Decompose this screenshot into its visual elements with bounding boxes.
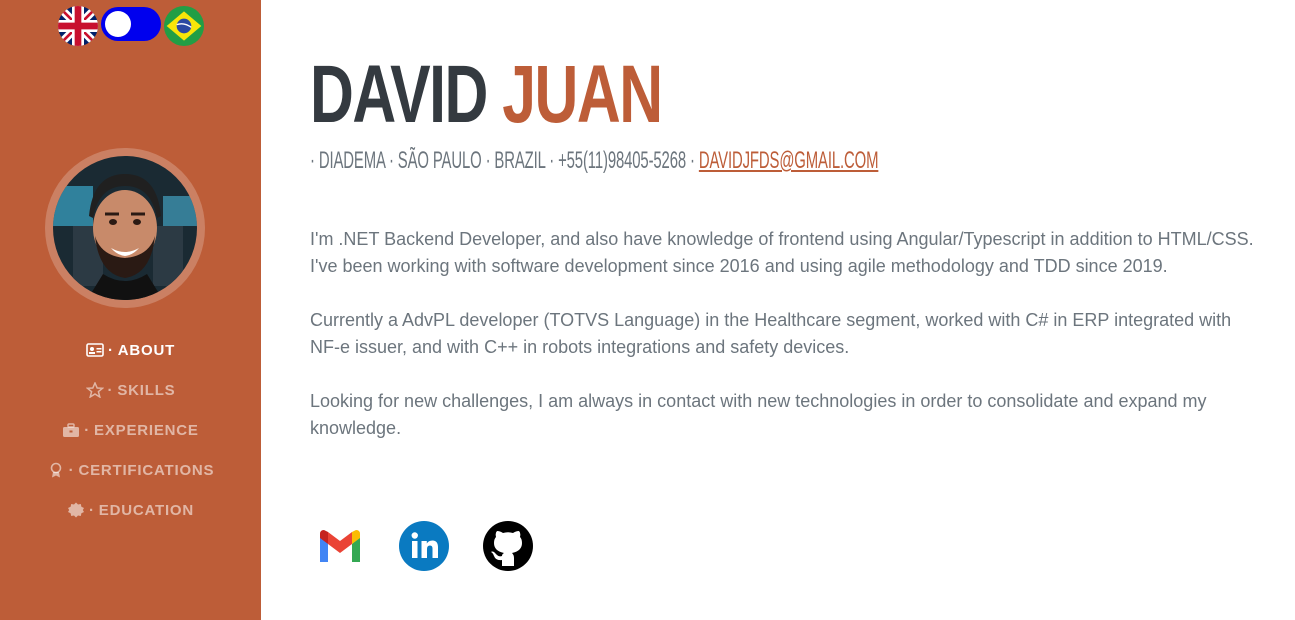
email-link[interactable]: DAVIDJFDS@GMAIL.COM [699, 147, 879, 174]
briefcase-icon [62, 422, 80, 438]
id-card-icon [86, 342, 104, 358]
nav-label-certifications: CERTIFICATIONS [78, 461, 215, 479]
nav-label-education: EDUCATION [98, 501, 195, 519]
nav-separator: · [88, 501, 95, 519]
nav-separator: · [68, 461, 75, 479]
nav-item-experience[interactable]: · EXPERIENCE [0, 410, 261, 450]
nav-separator: · [107, 341, 114, 359]
nav-item-education[interactable]: · EDUCATION [0, 490, 261, 530]
avatar-photo [53, 156, 197, 300]
brazil-flag-icon[interactable] [164, 6, 204, 46]
nav-item-certifications[interactable]: · CERTIFICATIONS [0, 450, 261, 490]
bio-paragraph: Looking for new challenges, I am always … [310, 391, 1207, 438]
nav-label-skills: SKILLS [117, 381, 176, 399]
sidebar-nav: · ABOUT · SKILLS · EXPERIENCE · CERTIFIC… [0, 330, 261, 530]
nav-separator: · [107, 381, 114, 399]
star-icon [85, 382, 104, 398]
linkedin-icon[interactable] [398, 520, 450, 572]
social-links [314, 520, 566, 572]
contact-line: · DIADEMA · SÃO PAULO · BRAZIL · +55(11)… [310, 146, 878, 176]
profile-avatar [45, 148, 205, 308]
toggle-knob [105, 11, 131, 37]
first-name: DAVID [310, 49, 488, 140]
page-title: DAVID JUAN [310, 49, 663, 140]
bio: I'm .NET Backend Developer, and also hav… [310, 226, 1260, 469]
sidebar: · ABOUT · SKILLS · EXPERIENCE · CERTIFIC… [0, 0, 261, 620]
bio-paragraph: Currently a AdvPL developer (TOTVS Langu… [310, 310, 1232, 357]
award-icon [47, 462, 65, 478]
github-icon[interactable] [482, 520, 534, 572]
bio-paragraph: I'm .NET Backend Developer, and also hav… [310, 229, 1254, 276]
nav-item-skills[interactable]: · SKILLS [0, 370, 261, 410]
last-name: JUAN [502, 49, 663, 140]
location-phone: · DIADEMA · SÃO PAULO · BRAZIL · +55(11)… [310, 147, 695, 174]
certificate-seal-icon [67, 502, 85, 518]
language-toggle[interactable] [101, 7, 161, 41]
language-switch [58, 6, 204, 46]
nav-label-about: ABOUT [117, 341, 176, 359]
nav-label-experience: EXPERIENCE [94, 421, 199, 439]
nav-separator: · [84, 421, 91, 439]
uk-flag-icon[interactable] [58, 6, 98, 46]
nav-item-about[interactable]: · ABOUT [0, 330, 261, 370]
gmail-icon[interactable] [314, 520, 366, 572]
